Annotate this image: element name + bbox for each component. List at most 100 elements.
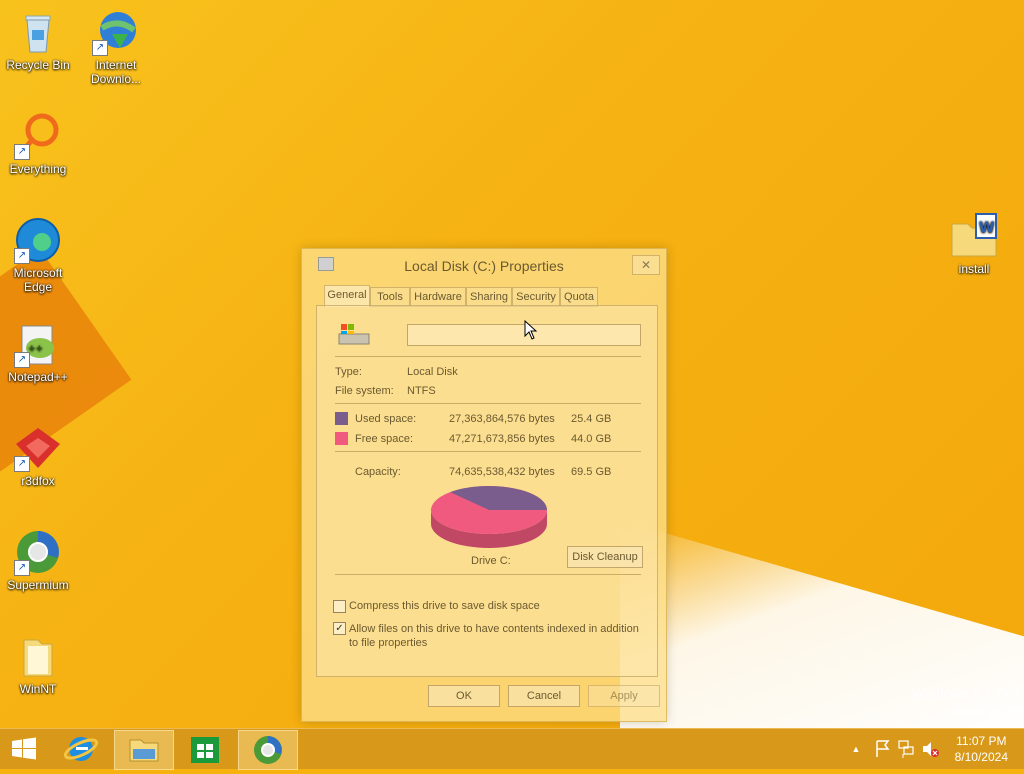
apply-button[interactable]: Apply [588,685,660,707]
used-space-gb: 25.4 GB [571,413,612,425]
desktop-icon-supermium[interactable]: ↗ Supermium [0,528,76,592]
filesystem-value: NTFS [407,385,436,397]
windows-watermark: Windows 8.1 Pro Build 9600 [912,684,1018,720]
folder-with-document-icon: W [950,212,998,260]
shortcut-arrow-icon: ↗ [92,40,108,56]
r3dfox-icon: ↗ [14,424,62,472]
tab-hardware[interactable]: Hardware [410,287,466,307]
internet-explorer-icon [63,737,99,761]
desktop-icon-install[interactable]: W install [936,212,1012,276]
index-label[interactable]: Allow files on this drive to have conten… [349,622,649,650]
general-tab-panel: Type: Local Disk File system: NTFS Used … [316,305,658,677]
supermium-icon: ↗ [14,528,62,576]
action-center-icon[interactable] [872,729,892,769]
recycle-bin-icon [14,8,62,56]
capacity-bytes: 74,635,538,432 bytes [449,466,555,478]
mouse-pointer-icon [524,319,538,340]
desktop: Recycle Bin ↗ Internet Downlo... ↗ Every… [0,0,1024,728]
used-space-swatch [335,412,348,425]
free-space-bytes: 47,271,673,856 bytes [449,433,555,445]
type-label: Type: [335,366,362,378]
desktop-icon-winnt[interactable]: WinNT [0,632,76,696]
svg-text:++: ++ [28,344,43,354]
desktop-icon-label: Everything [9,162,67,176]
compress-checkbox[interactable] [333,600,346,613]
watermark-build: Build 9600 [951,703,1018,719]
desktop-icon-label: Microsoft Edge [13,266,63,294]
shortcut-arrow-icon: ↗ [14,144,30,160]
notepad-plus-plus-icon: ++ ↗ [14,320,62,368]
separator [335,574,641,575]
globe-download-icon: ↗ [92,8,140,56]
magnifier-icon: ↗ [14,112,62,160]
desktop-icon-recycle-bin[interactable]: Recycle Bin [0,8,76,72]
svg-text:W: W [979,220,994,236]
volume-muted-icon[interactable] [920,729,940,769]
desktop-icon-microsoft-edge[interactable]: ↗ Microsoft Edge [0,216,76,294]
system-clock[interactable]: 11:07 PM 8/10/2024 [955,733,1008,765]
disk-cleanup-button[interactable]: Disk Cleanup [567,546,643,568]
tab-tools[interactable]: Tools [370,287,410,307]
taskbar-store[interactable] [176,730,234,768]
ok-button[interactable]: OK [428,685,500,707]
taskbar: ▲ 11:07 PM 8/10/2024 [0,728,1024,770]
separator [335,356,641,357]
disk-usage-pie [427,482,551,552]
separator [335,451,641,452]
network-icon[interactable] [896,729,916,769]
desktop-icon-label: Internet Downlo... [90,58,142,86]
desktop-icon-label: install [958,262,990,276]
desktop-icon-internet-download-manager[interactable]: ↗ Internet Downlo... [78,8,154,86]
shortcut-arrow-icon: ↗ [14,456,30,472]
filesystem-label: File system: [335,385,394,397]
index-checkbox[interactable]: ✓ [333,622,346,635]
free-space-label: Free space: [355,433,414,445]
tab-quota[interactable]: Quota [560,287,598,307]
separator [335,403,641,404]
shortcut-arrow-icon: ↗ [14,248,30,264]
store-icon [191,737,219,763]
cancel-button[interactable]: Cancel [508,685,580,707]
desktop-icon-label: r3dfox [21,474,55,488]
capacity-label: Capacity: [355,466,401,478]
properties-dialog: Local Disk (C:) Properties ✕ General Too… [301,248,667,722]
shortcut-arrow-icon: ↗ [14,352,30,368]
clock-date: 8/10/2024 [954,750,1008,764]
close-button[interactable]: ✕ [632,255,660,275]
edge-browser-icon: ↗ [14,216,62,264]
desktop-icon-label: Supermium [7,578,69,592]
dialog-title: Local Disk (C:) Properties [404,258,564,274]
capacity-gb: 69.5 GB [571,466,612,478]
desktop-icon-label: Recycle Bin [6,58,70,72]
pie-chart [431,486,547,548]
file-explorer-icon [129,739,159,762]
taskbar-internet-explorer[interactable] [52,730,110,768]
clock-time: 11:07 PM [956,734,1007,748]
used-space-label: Used space: [355,413,417,425]
used-space-bytes: 27,363,864,576 bytes [449,413,555,425]
supermium-icon [254,736,282,764]
show-hidden-icons-button[interactable]: ▲ [848,729,864,769]
desktop-icon-everything[interactable]: ↗ Everything [0,112,76,176]
folder-icon [14,632,62,680]
start-button[interactable] [0,730,48,768]
free-space-gb: 44.0 GB [571,433,612,445]
desktop-icon-r3dfox[interactable]: ↗ r3dfox [0,424,76,488]
watermark-edition: Windows 8.1 Pro [912,685,1018,701]
desktop-icon-label: WinNT [19,682,57,696]
taskbar-file-explorer[interactable] [114,730,174,770]
hard-drive-icon [337,322,371,348]
compress-label[interactable]: Compress this drive to save disk space [349,600,540,612]
tab-general[interactable]: General [324,285,370,307]
desktop-icon-notepad-plus-plus[interactable]: ++ ↗ Notepad++ [0,320,76,384]
dialog-titlebar[interactable]: Local Disk (C:) Properties ✕ [302,249,666,281]
windows-logo-icon [12,737,36,760]
tab-sharing[interactable]: Sharing [466,287,512,307]
taskbar-supermium[interactable] [238,730,298,770]
desktop-icon-label: Notepad++ [8,370,68,384]
tab-security[interactable]: Security [512,287,560,307]
free-space-swatch [335,432,348,445]
type-value: Local Disk [407,366,458,378]
shortcut-arrow-icon: ↗ [14,560,30,576]
close-icon: ✕ [640,258,652,272]
